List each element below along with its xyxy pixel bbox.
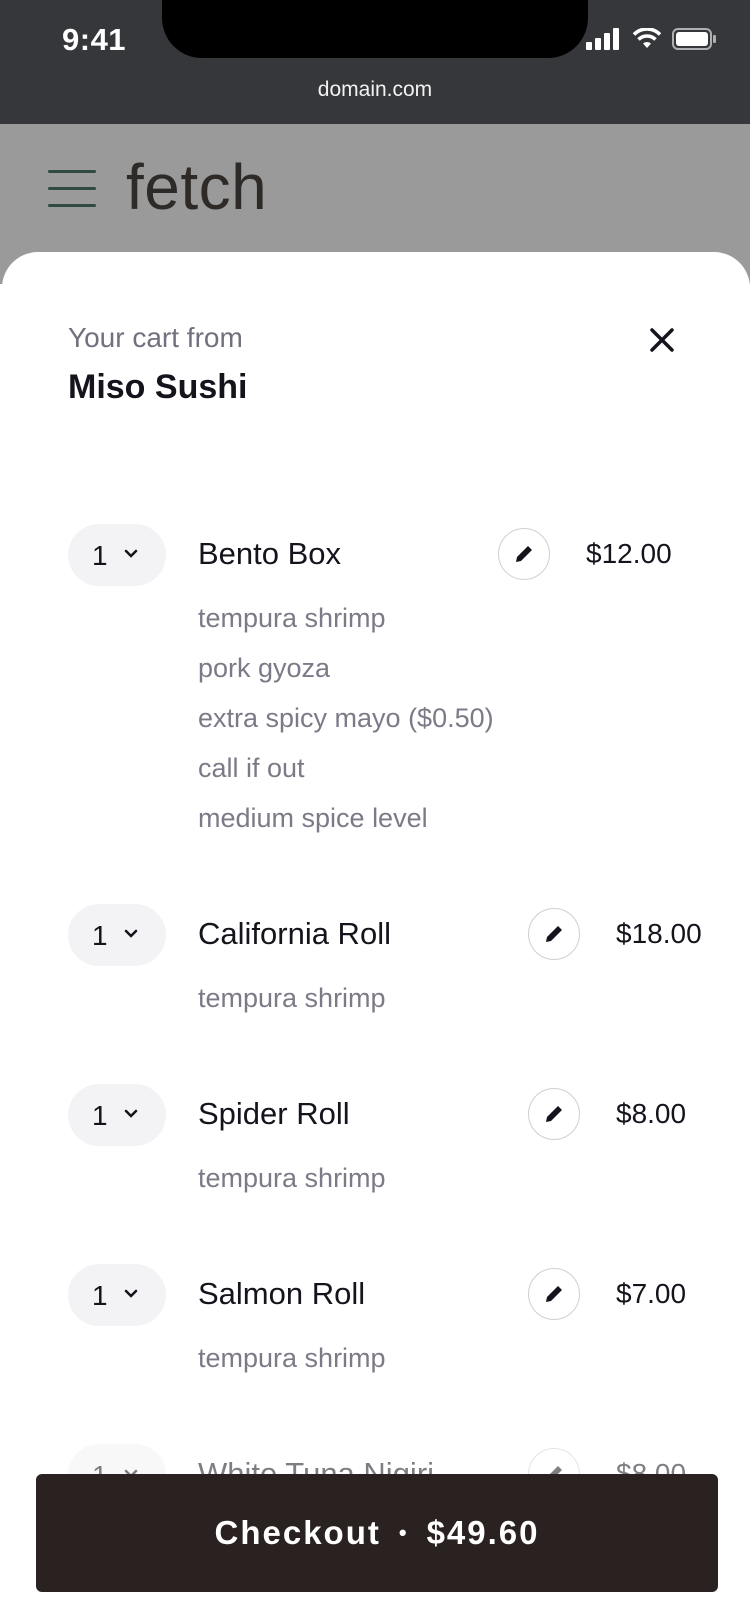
item-price: $12.00 <box>586 538 672 569</box>
item-option: tempura shrimp <box>198 983 386 1013</box>
fetch-logo[interactable]: fetch <box>126 150 267 224</box>
item-name: Salmon Roll <box>198 1276 366 1311</box>
quantity-dropdown[interactable]: 1 <box>68 904 166 966</box>
item-options: tempura shrimp <box>198 982 386 1032</box>
item-option: pork gyoza <box>198 653 331 683</box>
item-option: tempura shrimp <box>198 1343 386 1373</box>
checkout-button[interactable]: Checkout • $49.60 <box>36 1474 718 1592</box>
browser-url[interactable]: domain.com <box>0 78 750 102</box>
pencil-icon <box>516 546 532 562</box>
pencil-icon <box>546 1106 562 1122</box>
pencil-icon <box>546 1286 562 1302</box>
item-price: $18.00 <box>616 918 702 949</box>
item-price: $7.00 <box>616 1278 687 1309</box>
notch <box>162 0 588 58</box>
item-options: tempura shrimp <box>198 1342 386 1392</box>
quantity-dropdown[interactable]: 1 <box>68 1264 166 1326</box>
item-name: Spider Roll <box>198 1096 350 1131</box>
quantity-dropdown[interactable]: 1 <box>68 1084 166 1146</box>
signal-icon <box>586 28 619 50</box>
cart-sheet: Your cart from Miso Sushi 1 Bento Box $1… <box>2 252 750 1624</box>
edit-item-button[interactable] <box>528 1088 580 1140</box>
restaurant-name: Miso Sushi <box>68 368 248 406</box>
item-option: tempura shrimp <box>198 1163 386 1193</box>
status-bar: 9:41 domain.com <box>0 0 750 124</box>
item-price: $8.00 <box>616 1098 687 1129</box>
pencil-icon <box>546 926 562 942</box>
quantity-value: 1 <box>92 920 108 951</box>
quantity-value: 1 <box>92 540 108 571</box>
cart-label: Your cart from <box>68 322 243 353</box>
edit-item-button[interactable] <box>498 528 550 580</box>
battery-icon <box>672 28 716 50</box>
item-options: tempura shrimp pork gyoza extra spicy ma… <box>198 602 494 852</box>
item-option: medium spice level <box>198 803 428 833</box>
item-name: California Roll <box>198 916 391 951</box>
edit-item-button[interactable] <box>528 908 580 960</box>
item-option: call if out <box>198 753 305 783</box>
checkout-total: $49.60 <box>426 1514 540 1551</box>
chevron-down-icon <box>124 1109 138 1118</box>
chevron-down-icon <box>124 549 138 558</box>
edit-item-button[interactable] <box>528 1268 580 1320</box>
status-icons <box>586 28 718 50</box>
quantity-value: 1 <box>92 1280 108 1311</box>
checkout-label: Checkout <box>214 1514 381 1551</box>
chevron-down-icon <box>124 1289 138 1298</box>
hamburger-menu-icon[interactable] <box>48 170 96 207</box>
quantity-dropdown[interactable]: 1 <box>68 524 166 586</box>
checkout-separator: • <box>398 1520 409 1545</box>
chevron-down-icon <box>124 929 138 938</box>
item-option: tempura shrimp <box>198 603 386 633</box>
wifi-icon <box>632 28 662 48</box>
item-options: tempura shrimp <box>198 1162 386 1212</box>
item-name: Bento Box <box>198 536 342 571</box>
status-time: 9:41 <box>62 22 127 57</box>
close-icon[interactable] <box>642 320 682 360</box>
quantity-value: 1 <box>92 1100 108 1131</box>
item-option: extra spicy mayo ($0.50) <box>198 703 494 733</box>
